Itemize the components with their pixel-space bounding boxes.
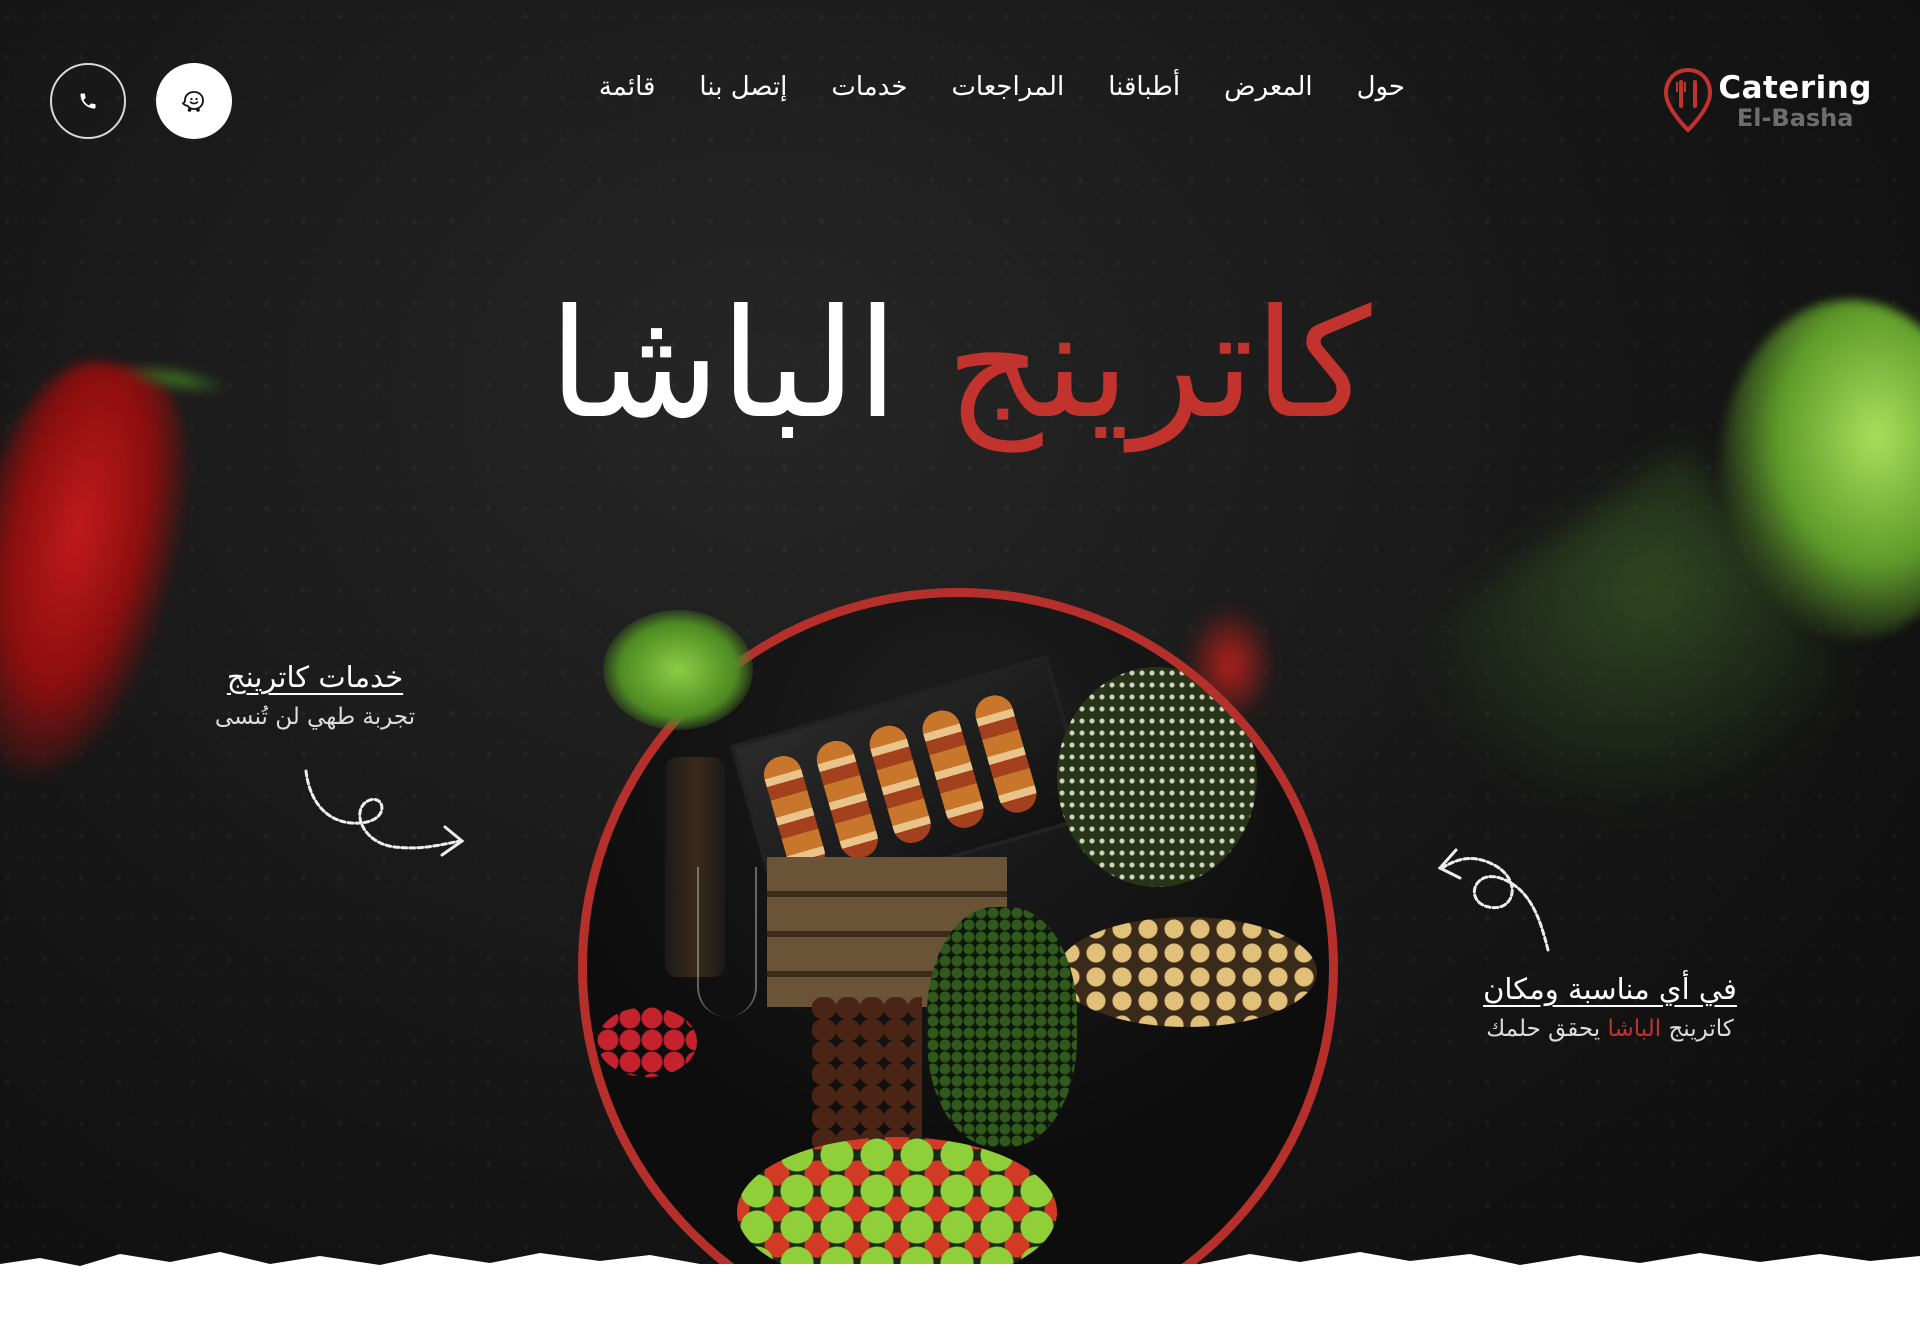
nav-item-about[interactable]: حول: [1357, 72, 1405, 102]
main-nav: حول المعرض أطباقنا المراجعات خدمات إتصل …: [599, 72, 1405, 102]
services-subtitle: تجربة طهي لن تُنسى: [214, 704, 416, 730]
brand-subname: El-Basha: [1736, 103, 1854, 132]
brand-logo[interactable]: Catering El-Basha: [1664, 68, 1872, 134]
chalk-arrow-up-left-icon: [1437, 848, 1550, 952]
pomegranate-shape: [597, 1007, 697, 1077]
torn-paper-edge: [0, 1252, 1920, 1319]
hero-title: كاترينج الباشا: [0, 275, 1920, 455]
lettuce-leaf-decoration: [603, 610, 753, 730]
occasions-subtitle-end: يحقق حلمك: [1486, 1016, 1601, 1042]
hero-title-red: كاترينج: [945, 278, 1372, 452]
location-fork-icon: [1664, 68, 1713, 133]
occasions-subtitle: كاترينج الباشا يحقق حلمك: [1450, 1016, 1770, 1042]
nav-item-dishes[interactable]: أطباقنا: [1108, 72, 1180, 102]
waze-button[interactable]: [156, 63, 232, 139]
nav-item-contact[interactable]: إتصل بنا: [699, 72, 787, 102]
occasions-subtitle-start: كاترينج: [1668, 1016, 1734, 1042]
occasions-link[interactable]: في أي مناسبة ومكان: [1483, 972, 1737, 1006]
occasions-subtitle-accent: الباشا: [1607, 1016, 1662, 1042]
chalk-arrow-right-icon: [304, 769, 465, 857]
nav-item-reviews[interactable]: المراجعات: [951, 72, 1064, 102]
phone-button[interactable]: [50, 63, 126, 139]
occasions-caption: في أي مناسبة ومكان كاترينج الباشا يحقق ح…: [1450, 972, 1770, 1042]
services-link[interactable]: خدمات كاترينج: [227, 660, 403, 694]
cookies-tray-shape: [1057, 917, 1317, 1027]
services-caption: خدمات كاترينج تجربة طهي لن تُنسى: [150, 660, 480, 730]
nav-item-menu[interactable]: قائمة: [599, 72, 656, 102]
nav-item-gallery[interactable]: المعرض: [1224, 72, 1313, 102]
waze-icon: [181, 91, 204, 112]
brand-name: Catering: [1718, 69, 1872, 106]
wine-glass-shape: [697, 867, 757, 1017]
hero-title-white: الباشا: [548, 278, 899, 452]
nav-item-services[interactable]: خدمات: [831, 72, 907, 102]
flowers-shape: [1057, 667, 1257, 887]
phone-icon: [80, 93, 96, 109]
greenery-shape: [927, 907, 1077, 1147]
